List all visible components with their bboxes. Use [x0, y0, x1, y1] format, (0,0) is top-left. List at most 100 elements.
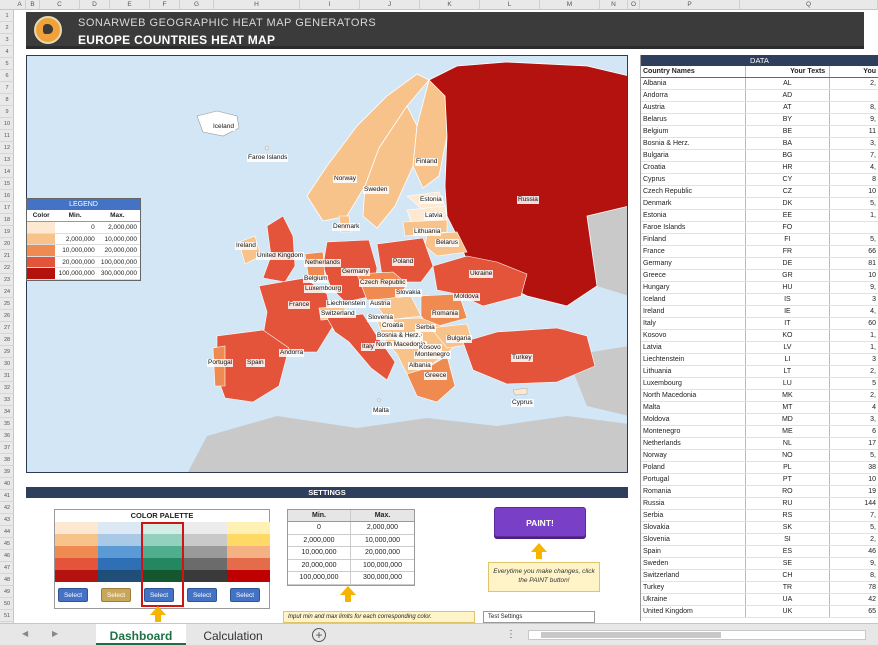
country-value-cell[interactable]: 2, [830, 534, 878, 545]
horizontal-scrollbar[interactable] [528, 630, 866, 640]
tab-calculation[interactable]: Calculation [190, 624, 276, 645]
country-value-cell[interactable]: 81 [830, 258, 878, 269]
palette-select-button[interactable]: Select [101, 588, 131, 602]
country-name-cell[interactable]: Czech Republic [641, 186, 746, 197]
row-header[interactable]: 12 [0, 142, 14, 154]
row-header[interactable]: 14 [0, 166, 14, 178]
country-name-cell[interactable]: Romania [641, 486, 746, 497]
country-value-cell[interactable]: 4, [830, 162, 878, 173]
country-text-cell[interactable]: EE [746, 210, 831, 221]
row-header[interactable]: 42 [0, 502, 14, 514]
country-name-cell[interactable]: Faroe Islands [641, 222, 746, 233]
row-header[interactable]: 9 [0, 106, 14, 118]
row-header[interactable]: 23 [0, 274, 14, 286]
country-text-cell[interactable]: FI [746, 234, 831, 245]
row-header[interactable]: 8 [0, 94, 14, 106]
max-input[interactable]: 300,000,000 [351, 572, 414, 584]
min-input[interactable]: 20,000,000 [288, 559, 352, 571]
max-input[interactable]: 10,000,000 [351, 535, 414, 547]
country-name-cell[interactable]: Finland [641, 234, 746, 245]
max-input[interactable]: 20,000,000 [351, 547, 414, 559]
row-header[interactable]: 30 [0, 358, 14, 370]
country-text-cell[interactable]: PT [746, 474, 831, 485]
country-value-cell[interactable]: 10 [830, 474, 878, 485]
column-header[interactable]: D [80, 0, 110, 10]
country-text-cell[interactable]: AD [746, 90, 831, 101]
row-header[interactable]: 19 [0, 226, 14, 238]
paint-button[interactable]: PAINT! [494, 507, 586, 537]
row-header[interactable]: 26 [0, 310, 14, 322]
country-name-cell[interactable]: Russia [641, 498, 746, 509]
country-value-cell[interactable]: 66 [830, 246, 878, 257]
country-text-cell[interactable]: RO [746, 486, 831, 497]
country-text-cell[interactable]: FR [746, 246, 831, 257]
column-header[interactable]: K [420, 0, 480, 10]
country-name-cell[interactable]: Ireland [641, 306, 746, 317]
country-value-cell[interactable]: 46 [830, 546, 878, 557]
country-name-cell[interactable]: Croatia [641, 162, 746, 173]
add-sheet-icon[interactable]: + [312, 628, 326, 642]
country-text-cell[interactable]: DE [746, 258, 831, 269]
max-input[interactable]: 100,000,000 [351, 560, 414, 572]
country-value-cell[interactable]: 60 [830, 318, 878, 329]
country-text-cell[interactable]: UA [746, 594, 831, 605]
row-header[interactable]: 24 [0, 286, 14, 298]
country-value-cell[interactable]: 42 [830, 594, 878, 605]
row-header[interactable]: 5 [0, 58, 14, 70]
row-header[interactable]: 44 [0, 526, 14, 538]
country-name-cell[interactable]: Slovakia [641, 522, 746, 533]
country-value-cell[interactable]: 3, [830, 414, 878, 425]
country-name-cell[interactable]: Moldova [641, 414, 746, 425]
country-value-cell[interactable]: 3 [830, 354, 878, 365]
country-name-cell[interactable]: Lithuania [641, 366, 746, 377]
country-text-cell[interactable]: FO [746, 222, 831, 233]
country-text-cell[interactable]: MD [746, 414, 831, 425]
column-header[interactable]: N [600, 0, 628, 10]
row-header[interactable]: 34 [0, 406, 14, 418]
country-value-cell[interactable]: 8, [830, 570, 878, 581]
row-header[interactable]: 45 [0, 538, 14, 550]
column-header[interactable]: I [300, 0, 360, 10]
row-header[interactable]: 32 [0, 382, 14, 394]
min-input[interactable]: 100,000,000 [288, 572, 352, 584]
country-name-cell[interactable]: Luxembourg [641, 378, 746, 389]
row-header[interactable]: 51 [0, 610, 14, 622]
column-header[interactable]: B [26, 0, 40, 10]
row-header[interactable]: 11 [0, 130, 14, 142]
country-value-cell[interactable]: 6 [830, 426, 878, 437]
country-name-cell[interactable]: Serbia [641, 510, 746, 521]
country-value-cell[interactable]: 4, [830, 306, 878, 317]
country-text-cell[interactable]: TR [746, 582, 831, 593]
row-header[interactable]: 13 [0, 154, 14, 166]
palette-select-button[interactable]: Select [187, 588, 217, 602]
country-value-cell[interactable]: 38 [830, 462, 878, 473]
row-header[interactable]: 29 [0, 346, 14, 358]
country-name-cell[interactable]: Albania [641, 78, 746, 89]
country-name-cell[interactable]: Belgium [641, 126, 746, 137]
country-text-cell[interactable]: AL [746, 78, 831, 89]
row-header[interactable]: 21 [0, 250, 14, 262]
country-name-cell[interactable]: Liechtenstein [641, 354, 746, 365]
country-text-cell[interactable]: SK [746, 522, 831, 533]
row-header[interactable]: 18 [0, 214, 14, 226]
column-header[interactable]: M [540, 0, 600, 10]
country-name-cell[interactable]: Hungary [641, 282, 746, 293]
min-input[interactable]: 2,000,000 [288, 534, 352, 546]
country-text-cell[interactable]: IE [746, 306, 831, 317]
country-value-cell[interactable]: 5, [830, 234, 878, 245]
row-header[interactable]: 35 [0, 418, 14, 430]
country-value-cell[interactable]: 9, [830, 114, 878, 125]
country-text-cell[interactable]: BY [746, 114, 831, 125]
country-name-cell[interactable]: Belarus [641, 114, 746, 125]
row-header[interactable]: 25 [0, 298, 14, 310]
country-text-cell[interactable]: UK [746, 606, 831, 617]
country-text-cell[interactable]: MT [746, 402, 831, 413]
tab-options-icon[interactable]: ⋮ [506, 629, 516, 640]
country-value-cell[interactable]: 17 [830, 438, 878, 449]
country-value-cell[interactable]: 65 [830, 606, 878, 617]
scrollbar-thumb[interactable] [541, 632, 721, 638]
country-name-cell[interactable]: Sweden [641, 558, 746, 569]
country-value-cell[interactable]: 1, [830, 330, 878, 341]
country-value-cell[interactable]: 10 [830, 186, 878, 197]
row-header[interactable]: 33 [0, 394, 14, 406]
